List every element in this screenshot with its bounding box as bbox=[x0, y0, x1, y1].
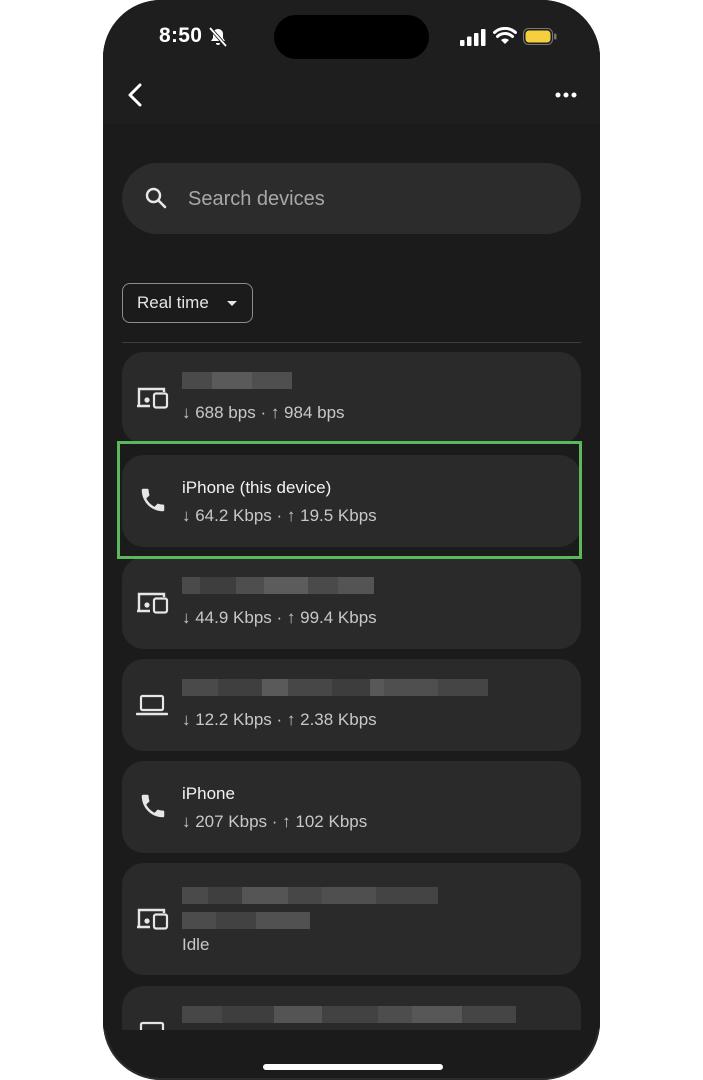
device-traffic: ↓ 688 bps · ↑ 984 bps bbox=[182, 403, 345, 422]
redacted-device-name bbox=[182, 577, 374, 594]
device-card[interactable]: ↓ 44.9 Kbps · ↑ 99.4 Kbps bbox=[122, 557, 581, 649]
redacted-device-name bbox=[182, 1006, 516, 1023]
search-placeholder: Search devices bbox=[188, 188, 325, 210]
device-traffic: ↓ 207 Kbps · ↑ 102 Kbps bbox=[182, 812, 368, 831]
filter-label: Real time bbox=[137, 293, 209, 312]
redacted-device-name bbox=[182, 372, 292, 389]
phone-icon bbox=[141, 794, 165, 818]
device-card[interactable]: Idle bbox=[122, 863, 581, 975]
real-time-filter-dropdown[interactable]: Real time bbox=[122, 283, 253, 323]
device-card[interactable]: ↓ 12.2 Kbps · ↑ 2.38 Kbps bbox=[122, 659, 581, 751]
device-card[interactable]: iPhone ↓ 207 Kbps · ↑ 102 Kbps bbox=[122, 761, 581, 853]
redacted-device-name bbox=[182, 679, 488, 696]
redacted-device-name bbox=[182, 887, 438, 904]
search-icon bbox=[145, 187, 167, 209]
redacted-device-name-line2 bbox=[182, 912, 310, 929]
search-bar[interactable]: Search devices bbox=[122, 163, 581, 234]
devices-icon bbox=[137, 908, 169, 930]
devices-icon bbox=[137, 592, 169, 614]
device-status: Idle bbox=[182, 935, 210, 954]
device-traffic: ↓ 44.9 Kbps · ↑ 99.4 Kbps bbox=[182, 608, 377, 627]
highlight-box bbox=[117, 441, 582, 559]
divider bbox=[122, 342, 581, 343]
home-indicator bbox=[263, 1064, 443, 1070]
device-traffic: ↓ 12.2 Kbps · ↑ 2.38 Kbps bbox=[182, 710, 377, 729]
devices-icon bbox=[137, 387, 169, 409]
device-card[interactable] bbox=[122, 986, 581, 1030]
device-name: iPhone bbox=[182, 784, 235, 803]
dropdown-caret-icon bbox=[227, 301, 237, 306]
laptop-icon bbox=[136, 694, 168, 716]
device-card[interactable]: ↓ 688 bps · ↑ 984 bps bbox=[122, 352, 581, 444]
laptop-icon bbox=[139, 1021, 165, 1030]
